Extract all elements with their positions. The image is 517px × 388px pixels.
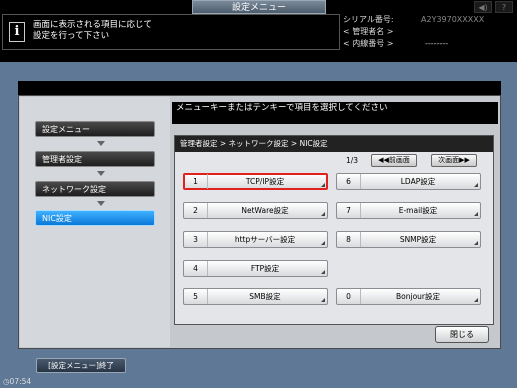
ldap-settings-button[interactable]: 6 LDAP設定 xyxy=(336,173,481,190)
window-title: 設定メニュー xyxy=(192,0,326,14)
corner-triangle-icon xyxy=(474,212,478,216)
item-number: 8 xyxy=(337,232,361,247)
serial-info: シリアル番号: A2Y3970XXXXX < 管理者名 > < 内線番号 > -… xyxy=(343,14,515,54)
arrow-down-icon xyxy=(97,201,105,206)
speaker-icon[interactable]: ◀) xyxy=(474,1,492,13)
page-indicator: 1/3 xyxy=(346,156,359,165)
item-label: Bonjour設定 xyxy=(396,292,440,301)
item-number: 5 xyxy=(184,289,208,304)
help-icon[interactable]: ? xyxy=(495,1,513,13)
clock: ◷07:54 xyxy=(3,377,31,387)
message-text: 画面に表示される項目に応じて 設定を行って下さい xyxy=(33,20,153,41)
item-number: 4 xyxy=(184,261,208,276)
serial-row: シリアル番号: A2Y3970XXXXX xyxy=(343,14,515,26)
sidebar-item-settings-menu[interactable]: 設定メニュー xyxy=(35,121,155,137)
breadcrumb: 管理者設定 > ネットワーク設定 > NIC設定 xyxy=(175,136,493,152)
item-label: E-mail設定 xyxy=(398,206,438,215)
instruction-text: メニューキーまたはテンキーで項目を選択してください xyxy=(172,102,498,124)
email-settings-button[interactable]: 7 E-mail設定 xyxy=(336,202,481,219)
corner-triangle-icon xyxy=(321,212,325,216)
item-label: httpサーバー設定 xyxy=(234,235,296,244)
tcpip-settings-button[interactable]: 1 TCP/IP設定 xyxy=(183,173,328,190)
sidebar-item-network-settings[interactable]: ネットワーク設定 xyxy=(35,181,155,197)
screen: { "header": { "title": "設定メニュー", "messag… xyxy=(0,0,517,388)
message-box: i 画面に表示される項目に応じて 設定を行って下さい xyxy=(2,14,340,50)
item-label: TCP/IP設定 xyxy=(245,177,285,186)
item-label: FTP設定 xyxy=(250,264,280,273)
top-icons: ◀) ? xyxy=(474,1,513,13)
nic-settings-content: 管理者設定 > ネットワーク設定 > NIC設定 1/3 ◀◀前画面 次画面▶▶… xyxy=(174,135,494,325)
end-settings-menu-button[interactable]: [設定メニュー]終了 xyxy=(36,358,126,373)
next-page-button[interactable]: 次画面▶▶ xyxy=(431,154,477,167)
item-number: 2 xyxy=(184,203,208,218)
close-button[interactable]: 閉じる xyxy=(435,326,489,343)
sidebar-item-nic-settings[interactable]: NIC設定 xyxy=(35,210,155,226)
extension-label: < 内線番号 > xyxy=(343,39,394,48)
admin-row: < 管理者名 > xyxy=(343,26,515,38)
smb-settings-button[interactable]: 5 SMB設定 xyxy=(183,288,328,305)
extension-value: -------- xyxy=(425,39,449,48)
frame-header xyxy=(18,81,501,95)
item-number: 6 xyxy=(337,174,361,189)
admin-label: < 管理者名 > xyxy=(343,27,394,36)
sidebar-item-admin-settings[interactable]: 管理者設定 xyxy=(35,151,155,167)
corner-triangle-icon xyxy=(474,183,478,187)
corner-triangle-icon xyxy=(474,241,478,245)
corner-triangle-icon xyxy=(321,183,325,187)
item-number: 0 xyxy=(337,289,361,304)
menu-path: 設定メニュー 管理者設定 ネットワーク設定 NIC設定 xyxy=(35,121,163,239)
ftp-settings-button[interactable]: 4 FTP設定 xyxy=(183,260,328,277)
corner-triangle-icon xyxy=(321,241,325,245)
clock-time: 07:54 xyxy=(9,377,32,386)
item-number: 3 xyxy=(184,232,208,247)
arrow-down-icon xyxy=(97,141,105,146)
info-icon: i xyxy=(9,22,25,42)
item-label: SMB設定 xyxy=(249,292,281,301)
item-number: 1 xyxy=(184,174,208,189)
netware-settings-button[interactable]: 2 NetWare設定 xyxy=(183,202,328,219)
corner-triangle-icon xyxy=(474,298,478,302)
corner-triangle-icon xyxy=(321,270,325,274)
corner-triangle-icon xyxy=(321,298,325,302)
arrow-down-icon xyxy=(97,171,105,176)
serial-label: シリアル番号: xyxy=(343,15,394,24)
serial-value: A2Y3970XXXXX xyxy=(421,15,485,24)
bonjour-settings-button[interactable]: 0 Bonjour設定 xyxy=(336,288,481,305)
item-label: LDAP設定 xyxy=(400,177,436,186)
item-label: NetWare設定 xyxy=(241,206,289,215)
item-label: SNMP設定 xyxy=(399,235,437,244)
snmp-settings-button[interactable]: 8 SNMP設定 xyxy=(336,231,481,248)
http-server-settings-button[interactable]: 3 httpサーバー設定 xyxy=(183,231,328,248)
prev-page-button[interactable]: ◀◀前画面 xyxy=(371,154,417,167)
extension-row: < 内線番号 > -------- xyxy=(343,38,515,50)
item-number: 7 xyxy=(337,203,361,218)
